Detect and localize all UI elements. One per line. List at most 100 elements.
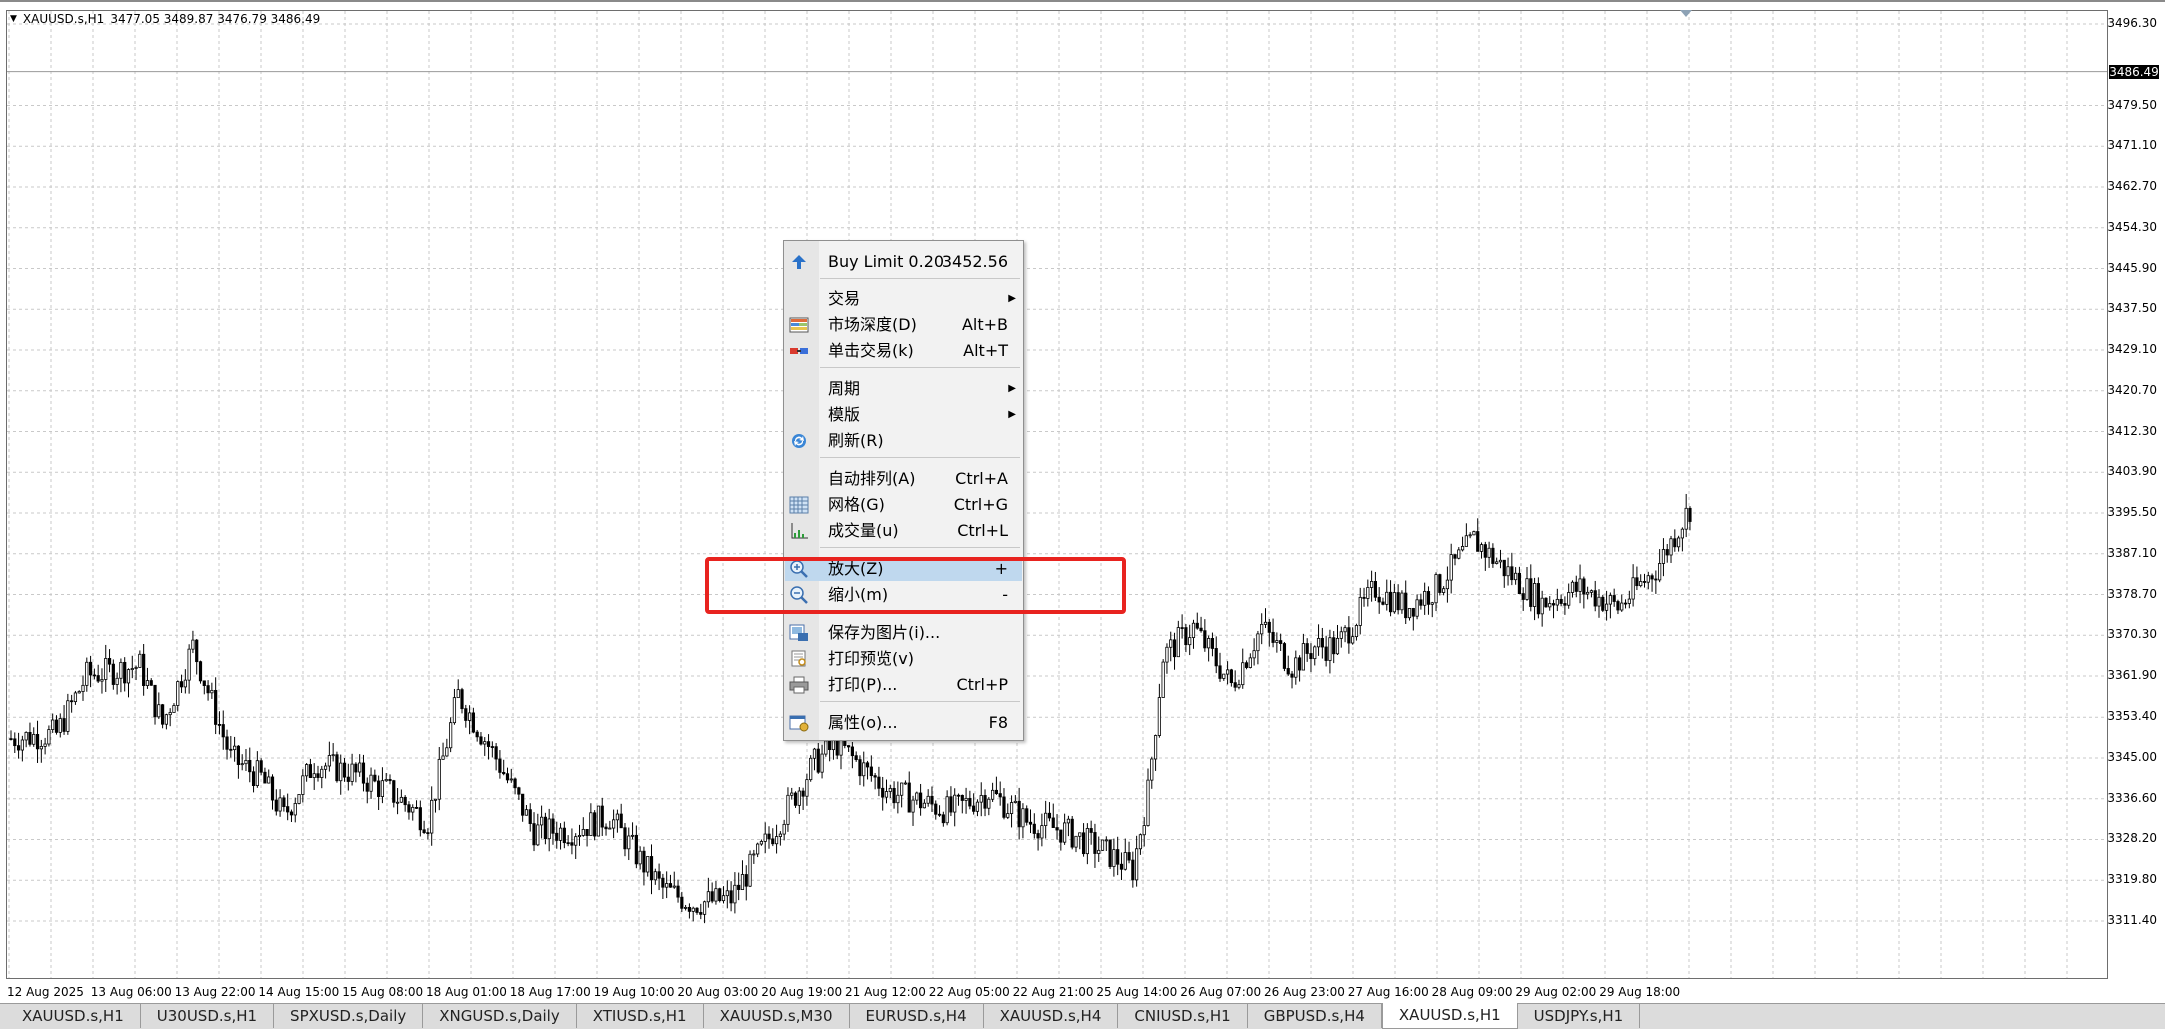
chart-tab[interactable]: USDJPY.s,H1 xyxy=(1518,1004,1641,1028)
bull-candle xyxy=(339,762,343,782)
bear-candle xyxy=(1411,608,1415,617)
menu-item-shortcut: 3452.56 xyxy=(941,252,1008,271)
menu-separator xyxy=(820,547,1020,548)
bull-candle xyxy=(145,680,150,686)
bull-candle xyxy=(130,668,134,671)
bear-candle xyxy=(92,674,96,677)
bear-candle xyxy=(335,754,339,782)
menu-item[interactable]: 打印(P)... Ctrl+P xyxy=(785,673,1022,697)
chart-tab[interactable]: XAUUSD.s,M30 xyxy=(704,1004,850,1028)
chart-tab[interactable]: XAUUSD.s,H1 xyxy=(1381,1003,1518,1029)
bull-candle xyxy=(540,816,544,826)
bear-candle xyxy=(1404,592,1408,619)
bear-candle xyxy=(123,661,127,684)
menu-item[interactable]: Buy Limit 0.20 3452.56 xyxy=(785,250,1022,274)
price-axis-label: 3412.30 xyxy=(2107,423,2157,438)
chart-tab[interactable]: XAUUSD.s,H4 xyxy=(984,1004,1119,1028)
bear-candle xyxy=(1601,596,1605,611)
bear-candle xyxy=(676,885,680,898)
menu-item[interactable]: 单击交易(k) Alt+T xyxy=(785,339,1022,363)
bear-candle xyxy=(877,776,881,789)
bull-candle xyxy=(126,669,131,684)
menu-item[interactable]: 市场深度(D) Alt+B xyxy=(785,313,1022,337)
menu-item[interactable]: 成交量(u) Ctrl+L xyxy=(785,519,1022,543)
bull-candle xyxy=(1021,808,1025,828)
bull-candle xyxy=(896,794,900,804)
bear-candle xyxy=(111,663,115,685)
chart-tab[interactable]: XTIUSD.s,H1 xyxy=(577,1004,704,1028)
menu-item[interactable]: 保存为图片(i)... xyxy=(785,621,1022,645)
bear-candle xyxy=(1612,595,1616,602)
bear-candle xyxy=(680,896,684,909)
bull-candle xyxy=(574,836,578,846)
bull-candle xyxy=(714,888,718,902)
bear-candle xyxy=(1623,602,1628,605)
bull-candle xyxy=(1495,561,1499,564)
bull-candle xyxy=(786,794,790,825)
bear-candle xyxy=(835,738,839,756)
bull-candle xyxy=(119,661,123,679)
bear-candle xyxy=(1650,575,1654,580)
bear-candle xyxy=(1070,818,1074,848)
bull-candle xyxy=(1176,627,1180,658)
bear-candle xyxy=(1199,627,1203,632)
bull-candle xyxy=(267,776,271,784)
bear-candle xyxy=(930,795,934,805)
menu-item[interactable]: 网格(G) Ctrl+G xyxy=(785,493,1022,517)
menu-item[interactable]: 刷新(R) xyxy=(785,429,1022,453)
bear-candle xyxy=(1180,627,1184,629)
bull-candle xyxy=(748,853,752,887)
bear-candle xyxy=(1536,583,1540,615)
chart-tab[interactable]: SPXUSD.s,Daily xyxy=(274,1004,424,1028)
bear-candle xyxy=(198,661,203,682)
chart-menu-triangle-icon[interactable]: ▼ xyxy=(10,14,17,24)
bear-candle xyxy=(744,874,748,887)
bull-candle xyxy=(1468,534,1472,537)
bear-candle xyxy=(1229,669,1233,684)
chart-shift-marker-icon xyxy=(1680,10,1692,17)
bull-candle xyxy=(596,805,601,837)
menu-item[interactable]: 周期 ▶ xyxy=(785,377,1022,401)
bull-candle xyxy=(991,789,995,800)
chart-window[interactable]: ▼ XAUUSD.s,H1 3477.05 3489.87 3476.79 34… xyxy=(0,0,2165,1003)
print-preview-icon xyxy=(789,650,809,668)
chart-tab[interactable]: U30USD.s,H1 xyxy=(141,1004,275,1028)
bear-candle xyxy=(1347,627,1351,644)
bull-candle xyxy=(1188,637,1192,646)
bear-candle xyxy=(1195,622,1199,629)
bull-candle xyxy=(805,779,809,797)
bull-candle xyxy=(32,734,36,745)
bear-candle xyxy=(214,689,218,725)
chart-tab[interactable]: CNIUSD.s,H1 xyxy=(1118,1004,1248,1028)
bull-candle xyxy=(1586,591,1590,595)
bull-candle xyxy=(888,787,892,792)
time-axis-label: 27 Aug 16:00 xyxy=(1347,985,1429,999)
bull-candle xyxy=(331,754,335,757)
menu-item[interactable]: 打印预览(v) xyxy=(785,647,1022,671)
bear-candle xyxy=(1544,597,1548,608)
bull-candle xyxy=(1677,537,1681,548)
bull-candle xyxy=(1150,758,1154,781)
price-chart[interactable] xyxy=(0,2,2110,1002)
bull-candle xyxy=(630,834,635,837)
bear-candle xyxy=(274,799,278,812)
chart-tab[interactable]: XNGUSD.s,Daily xyxy=(423,1004,577,1028)
bull-candle xyxy=(104,658,108,680)
price-axis-label: 3328.20 xyxy=(2107,831,2157,846)
bear-candle xyxy=(956,794,961,797)
menu-separator xyxy=(820,278,1020,279)
bull-candle xyxy=(790,792,794,796)
menu-item[interactable]: 交易 ▶ xyxy=(785,287,1022,311)
menu-item[interactable]: 模版 ▶ xyxy=(785,403,1022,427)
bull-candle xyxy=(1256,633,1260,652)
bull-candle xyxy=(51,719,55,730)
menu-item[interactable]: 属性(o)... F8 xyxy=(785,711,1022,735)
bear-candle xyxy=(1502,559,1506,577)
bear-candle xyxy=(486,741,491,747)
menu-item[interactable]: 自动排列(A) Ctrl+A xyxy=(785,467,1022,491)
chart-tab[interactable]: XAUUSD.s,H1 xyxy=(6,1004,141,1028)
bear-candle xyxy=(737,884,741,890)
chart-tab[interactable]: GBPUSD.s,H4 xyxy=(1248,1004,1382,1028)
chart-tab[interactable]: EURUSD.s,H4 xyxy=(850,1004,984,1028)
bear-candle xyxy=(460,689,464,710)
